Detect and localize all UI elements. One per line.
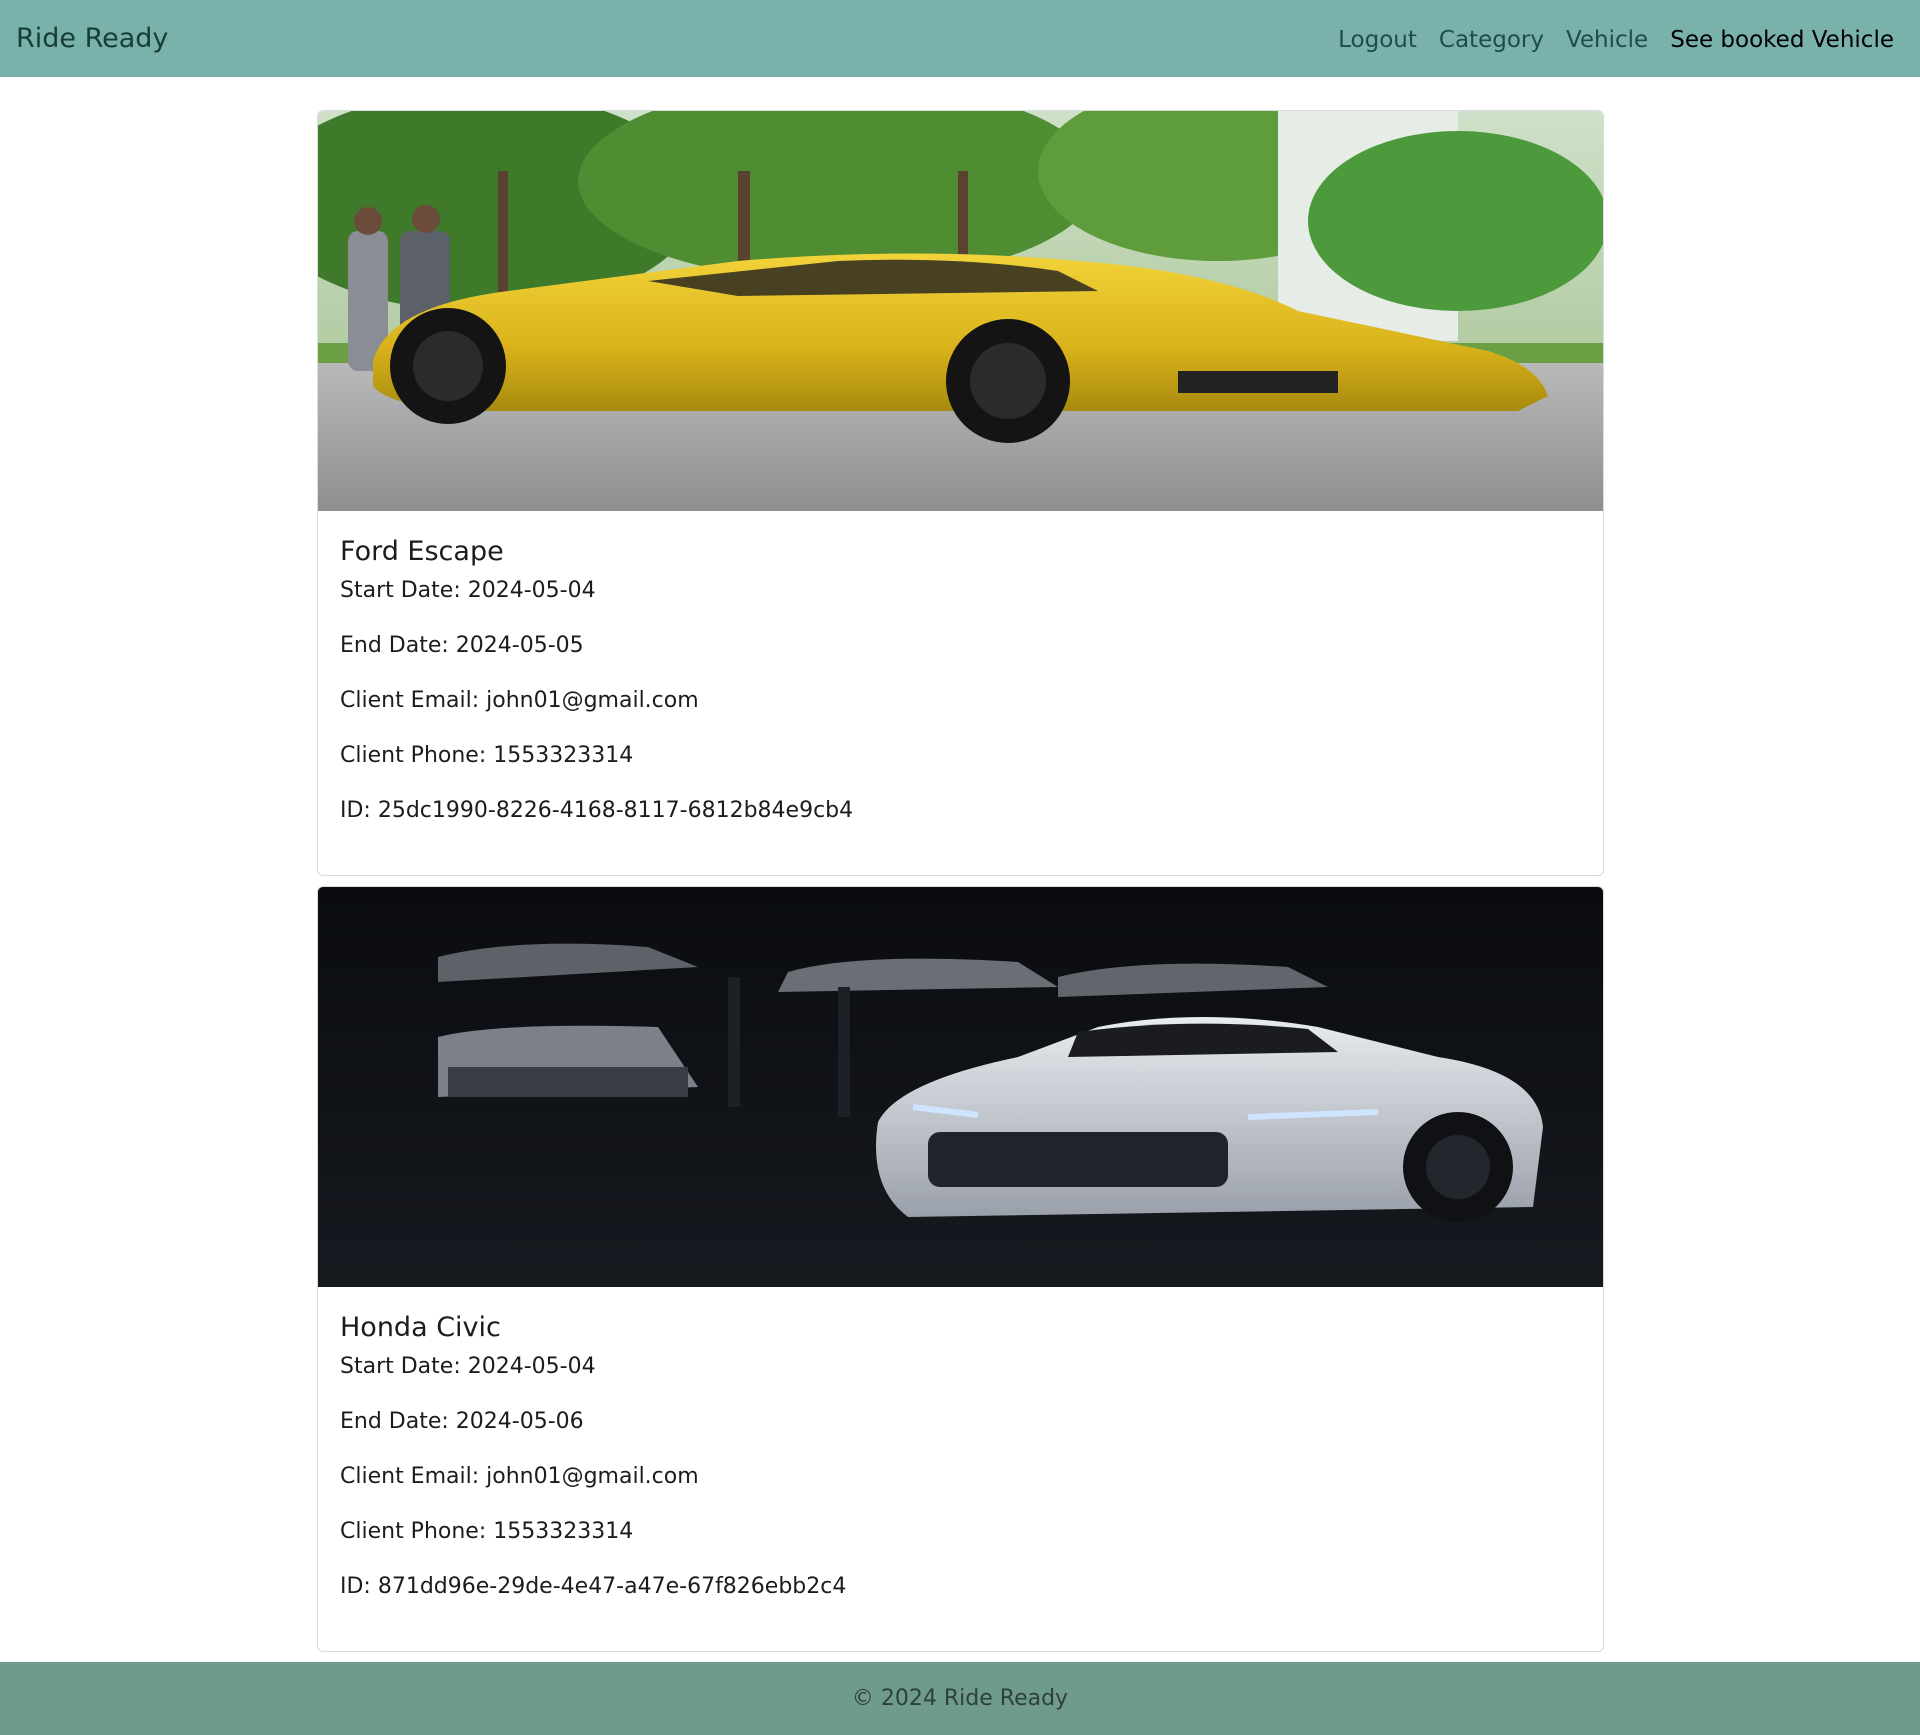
booking-card: Ford Escape Start Date: 2024-05-04 End D… bbox=[317, 110, 1604, 876]
client-email-text: Client Email: john01@gmail.com bbox=[340, 688, 699, 713]
start-date-text: Start Date: 2024-05-04 bbox=[340, 1354, 596, 1379]
client-phone-text: Client Phone: 1553323314 bbox=[340, 743, 634, 768]
footer-copyright: © 2024 Ride Ready bbox=[851, 1686, 1069, 1711]
end-date-text: End Date: 2024-05-05 bbox=[340, 633, 584, 658]
client-email-text: Client Email: john01@gmail.com bbox=[340, 1464, 699, 1489]
top-navbar: Ride Ready Logout Category Vehicle See b… bbox=[0, 0, 1920, 77]
booking-id-text: ID: 871dd96e-29de-4e47-a47e-67f826ebb2c4 bbox=[340, 1574, 847, 1599]
brand-link[interactable]: Ride Ready bbox=[16, 22, 168, 56]
card-body: Ford Escape Start Date: 2024-05-04 End D… bbox=[318, 511, 1603, 826]
start-date-text: Start Date: 2024-05-04 bbox=[340, 578, 596, 603]
nav-booked-vehicle-link[interactable]: See booked Vehicle bbox=[1670, 24, 1894, 56]
vehicle-image bbox=[318, 111, 1603, 511]
vehicle-title: Ford Escape bbox=[340, 536, 504, 567]
nav-category-link[interactable]: Category bbox=[1439, 24, 1544, 56]
nav-logout-link[interactable]: Logout bbox=[1338, 24, 1417, 56]
client-phone-text: Client Phone: 1553323314 bbox=[340, 1519, 634, 1544]
nav-vehicle-link[interactable]: Vehicle bbox=[1566, 24, 1648, 56]
page-footer: © 2024 Ride Ready bbox=[0, 1662, 1920, 1735]
booking-id-text: ID: 25dc1990-8226-4168-8117-6812b84e9cb4 bbox=[340, 798, 854, 823]
end-date-text: End Date: 2024-05-06 bbox=[340, 1409, 584, 1434]
booking-card: Honda Civic Start Date: 2024-05-04 End D… bbox=[317, 886, 1604, 1652]
vehicle-title: Honda Civic bbox=[340, 1312, 501, 1343]
vehicle-image bbox=[318, 887, 1603, 1287]
card-body: Honda Civic Start Date: 2024-05-04 End D… bbox=[318, 1287, 1603, 1602]
nav-links: Logout Category Vehicle See booked Vehic… bbox=[1338, 24, 1894, 56]
